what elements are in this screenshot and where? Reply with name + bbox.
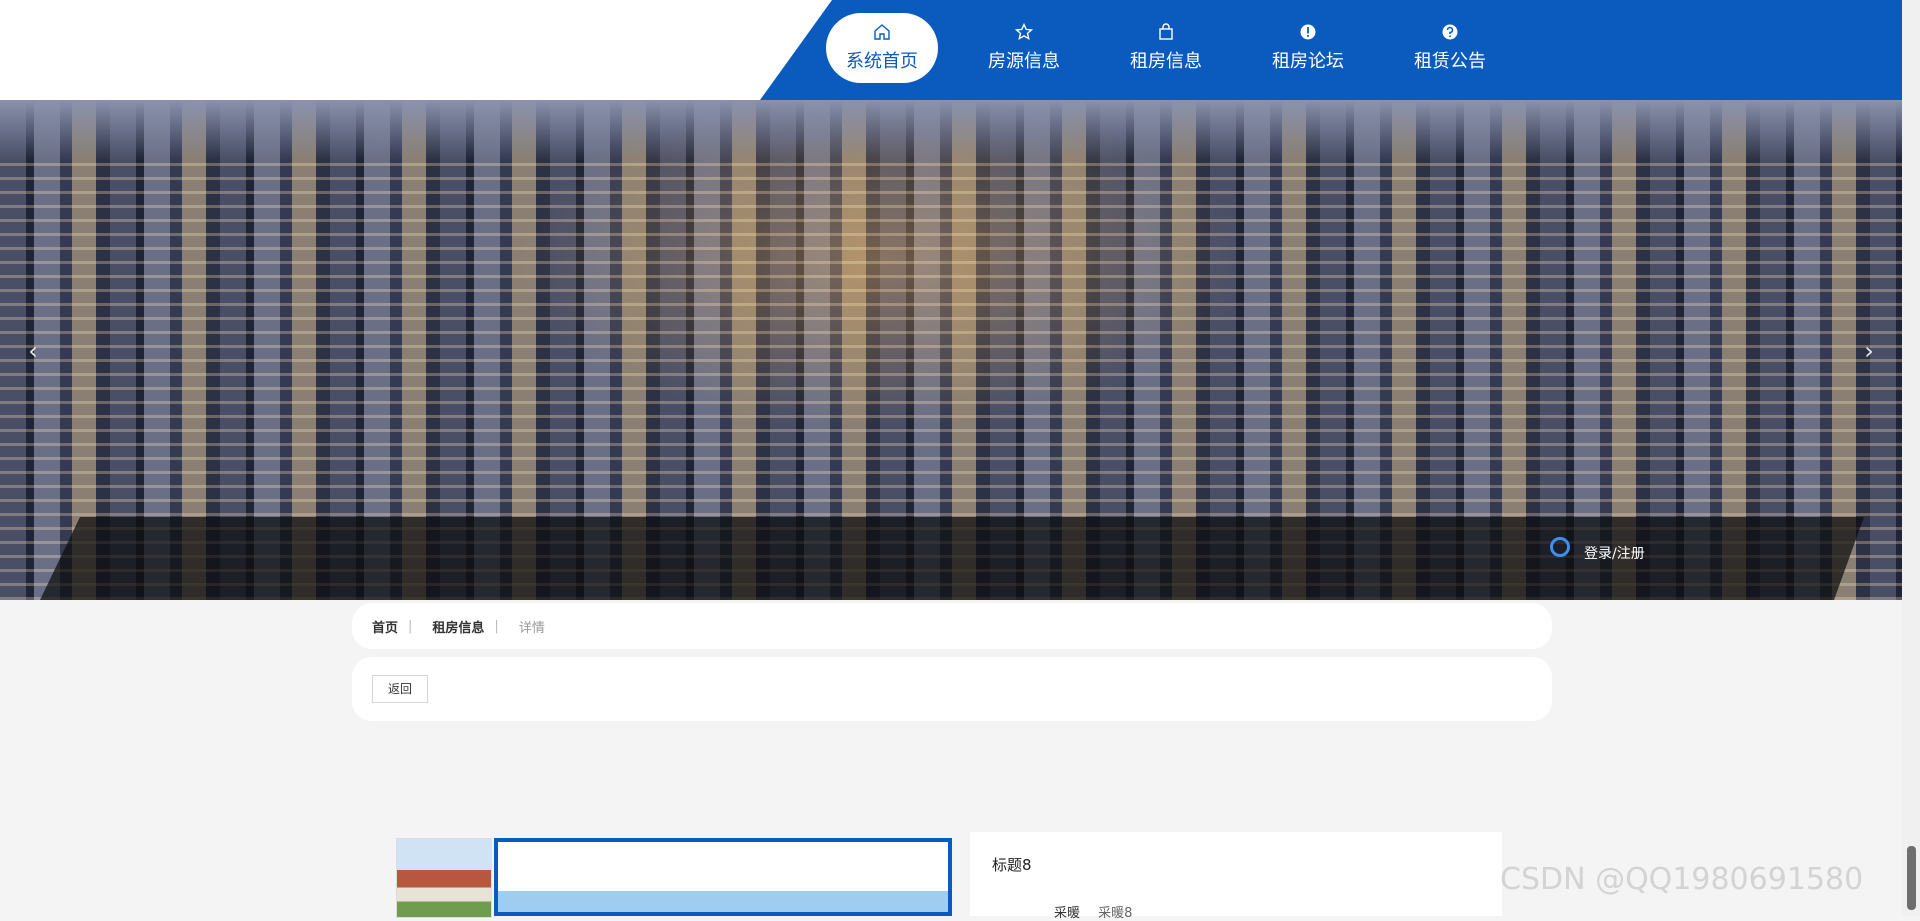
- thumbnail-image[interactable]: [396, 838, 492, 918]
- back-button[interactable]: 返回: [372, 675, 428, 703]
- login-register-link[interactable]: 登录/注册: [1550, 537, 1645, 563]
- breadcrumb-separator: |: [408, 618, 413, 634]
- star-icon: [1015, 23, 1033, 41]
- top-bar: 系统首页 房源信息 租房信息 租房论坛 租赁公告: [0, 0, 1902, 100]
- login-register-label: 登录/注册: [1584, 546, 1645, 562]
- nav-item-announcements[interactable]: 租赁公告: [1394, 13, 1506, 83]
- detail-panel: 标题8 采暖 采暖8: [970, 832, 1502, 921]
- nav-item-label: 租赁公告: [1414, 51, 1486, 72]
- home-icon: [874, 24, 890, 40]
- detail-row: 采暖 采暖8: [1054, 902, 1132, 921]
- user-icon: [1550, 537, 1570, 557]
- help-icon: [1442, 24, 1458, 40]
- bag-icon: [1159, 23, 1173, 40]
- detail-row-value: 采暖8: [1098, 906, 1133, 921]
- page-scrollbar[interactable]: [1902, 0, 1920, 916]
- nav-item-label: 租房论坛: [1272, 51, 1344, 72]
- nav-item-listings[interactable]: 房源信息: [968, 13, 1080, 83]
- nav-item-rentals[interactable]: 租房信息: [1110, 13, 1222, 83]
- breadcrumb-current: 详情: [518, 620, 545, 636]
- nav-item-home[interactable]: 系统首页: [826, 13, 938, 83]
- detail-title: 标题8: [992, 856, 1032, 874]
- watermark: CSDN @QQ1980691580: [1500, 862, 1864, 897]
- breadcrumb-home[interactable]: 首页: [372, 617, 398, 636]
- hero-banner: ‹ ›: [0, 100, 1902, 600]
- breadcrumb-section[interactable]: 租房信息: [432, 617, 484, 636]
- action-bar: 返回: [352, 657, 1552, 721]
- prev-arrow-icon[interactable]: ‹: [18, 336, 48, 366]
- breadcrumb: 首页 | 租房信息 | 详情: [352, 603, 1552, 649]
- next-arrow-icon[interactable]: ›: [1854, 336, 1884, 366]
- breadcrumb-separator: |: [494, 618, 499, 634]
- nav-item-label: 租房信息: [1130, 51, 1202, 72]
- alert-icon: [1300, 24, 1316, 40]
- nav-item-forum[interactable]: 租房论坛: [1252, 13, 1364, 83]
- main-image: [494, 838, 952, 916]
- detail-row-label: 采暖: [1054, 906, 1081, 921]
- main-nav: 系统首页 房源信息 租房信息 租房论坛 租赁公告: [826, 13, 1536, 83]
- scrollbar-thumb[interactable]: [1907, 846, 1916, 910]
- nav-item-label: 房源信息: [988, 51, 1060, 72]
- nav-item-label: 系统首页: [846, 51, 918, 72]
